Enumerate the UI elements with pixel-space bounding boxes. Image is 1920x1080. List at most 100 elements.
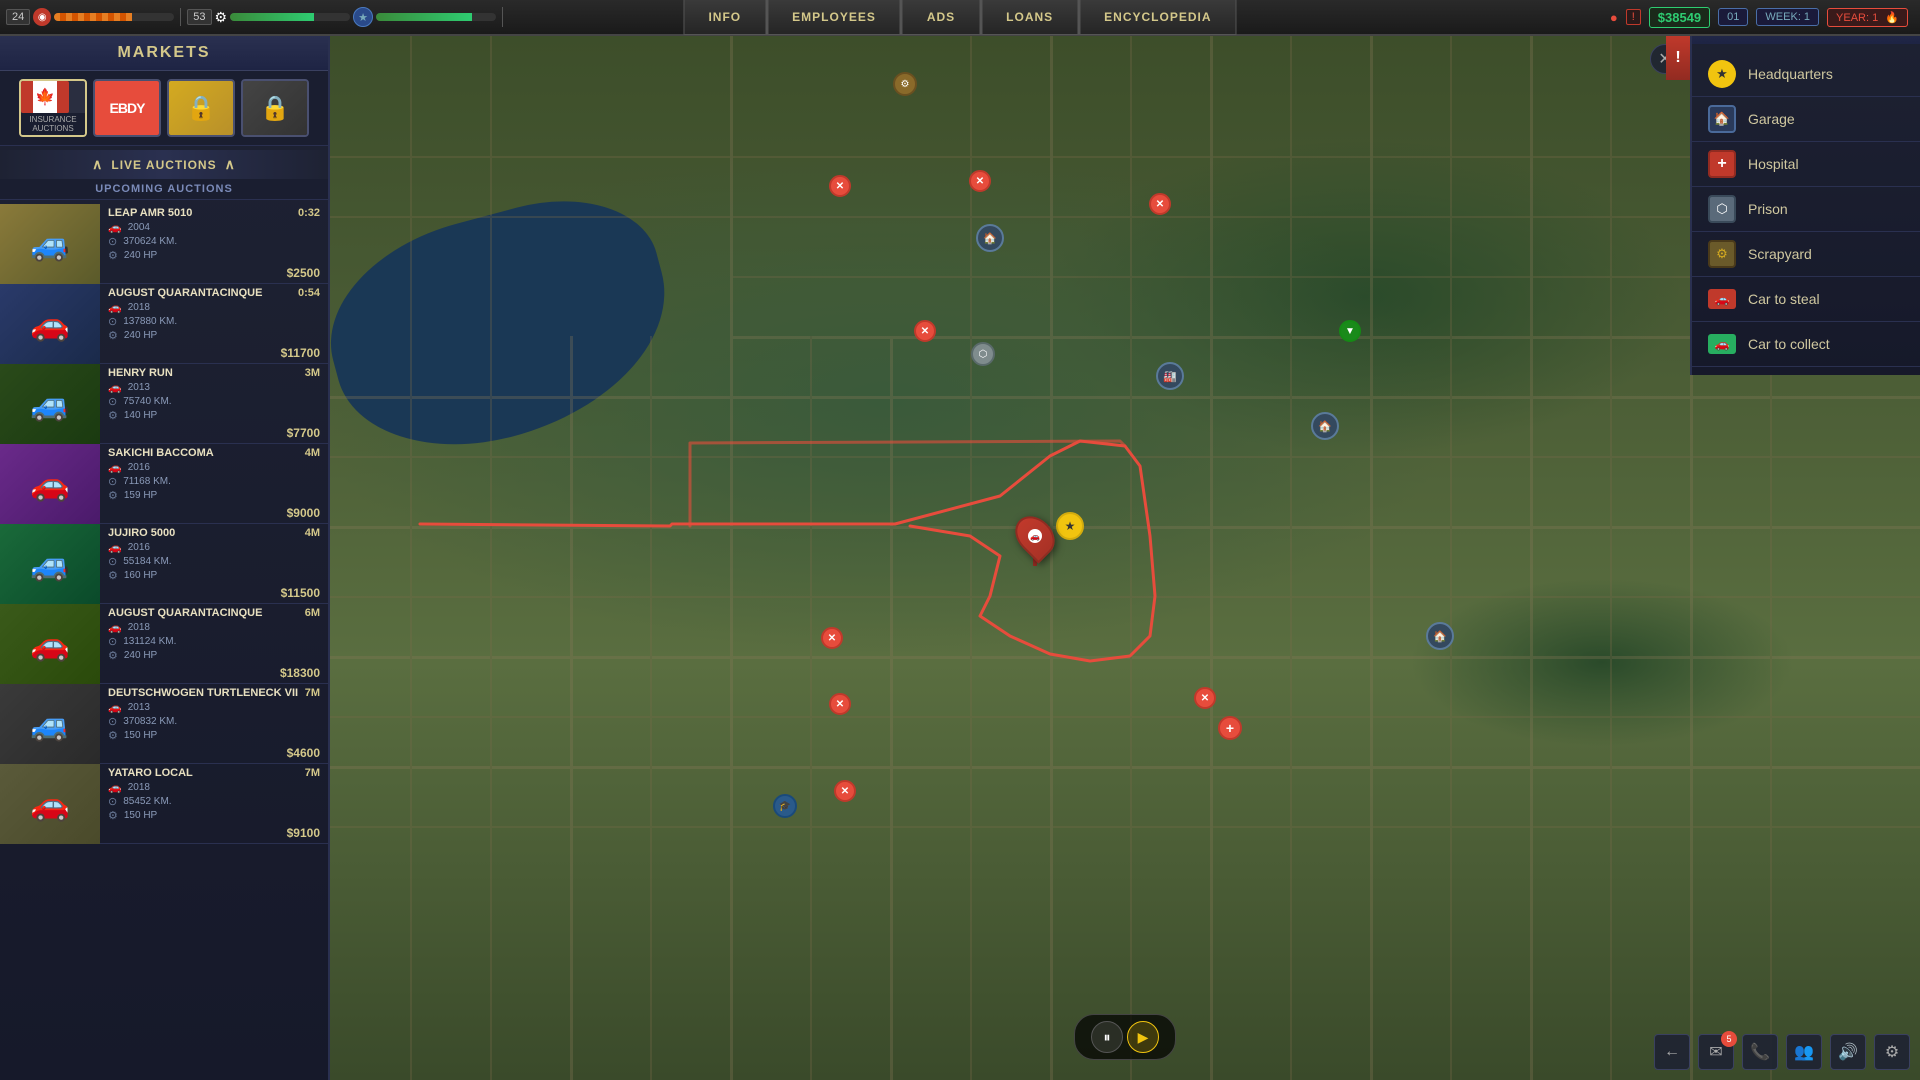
marker-x-7[interactable]: ✕ xyxy=(834,780,856,802)
auction-km-row-1: ⊙ 137880 KM. xyxy=(108,315,320,328)
marker-x-3[interactable]: ✕ xyxy=(1149,193,1171,215)
auction-item-2[interactable]: 🚙 HENRY RUN 3M 🚗 2013 ⊙ 75740 KM. xyxy=(0,364,328,444)
marker-x-2[interactable]: ✕ xyxy=(969,170,991,192)
play-button[interactable]: ▶ xyxy=(1127,1021,1159,1053)
marker-headquarters[interactable]: ★ xyxy=(1056,512,1084,540)
auction-price-row-1: $11700 xyxy=(108,346,320,360)
mail-button[interactable]: ✉ 5 xyxy=(1698,1034,1734,1070)
auction-name-1: AUGUST QUARANTACINQUE xyxy=(108,287,262,299)
red-icon-1: ◉ xyxy=(33,8,51,26)
market-icon-insurance[interactable]: 🍁 INSURANCEAUCTIONS xyxy=(19,79,87,137)
legend-hospital-icon: + xyxy=(1708,150,1736,178)
auction-hp-1: 240 HP xyxy=(124,330,157,341)
volume-button[interactable]: 🔊 xyxy=(1830,1034,1866,1070)
auction-timer-3: 4M xyxy=(305,447,320,459)
auction-year-7: 2018 xyxy=(128,782,150,793)
nav-loans[interactable]: LOANS xyxy=(981,0,1077,35)
nav-employees[interactable]: EMPLOYEES xyxy=(767,0,900,35)
main-car-pin[interactable]: 🚗 xyxy=(1018,514,1052,566)
auction-item-6[interactable]: 🚙 DEUTSCHWOGEN TURTLENECK VII 7M 🚗 2013 … xyxy=(0,684,328,764)
market-icon-ebay[interactable]: EBDY xyxy=(93,79,161,137)
upcoming-auctions-header: UPCOMING AUCTIONS xyxy=(0,179,328,200)
auction-item-3[interactable]: 🚗 SAKICHI BACCOMA 4M 🚗 2016 ⊙ 71168 KM. xyxy=(0,444,328,524)
legend-item-scrapyard[interactable]: ⚙ Scrapyard xyxy=(1692,232,1920,277)
market-icon-market[interactable]: 🔒 MARKET xyxy=(167,79,235,137)
auction-info-2: HENRY RUN 3M 🚗 2013 ⊙ 75740 KM. ⚙ 140 HP xyxy=(100,361,328,446)
odometer-icon-0: ⊙ xyxy=(108,235,117,248)
auction-name-7: YATARO LOCAL xyxy=(108,767,193,779)
legend-item-hospital[interactable]: + Hospital xyxy=(1692,142,1920,187)
odometer-icon-4: ⊙ xyxy=(108,555,117,568)
auction-year-3: 2016 xyxy=(128,462,150,473)
marker-hospital[interactable]: + xyxy=(1218,716,1242,740)
back-button[interactable]: ← xyxy=(1654,1034,1690,1070)
auction-hp-row-1: ⚙ 240 HP xyxy=(108,329,320,342)
marker-school[interactable]: 🎓 xyxy=(773,794,797,818)
exclamation-button[interactable]: ! xyxy=(1666,36,1690,80)
auction-name-row-7: YATARO LOCAL 7M xyxy=(108,767,320,779)
people-button[interactable]: 👥 xyxy=(1786,1034,1822,1070)
pause-button[interactable]: ⏸ xyxy=(1091,1021,1123,1053)
auction-name-row-0: LEAP AMR 5010 0:32 xyxy=(108,207,320,219)
auction-name-row-1: AUGUST QUARANTACINQUE 0:54 xyxy=(108,287,320,299)
auction-info-4: JUJIRO 5000 4M 🚗 2016 ⊙ 55184 KM. ⚙ 160 … xyxy=(100,521,328,606)
marker-x-1[interactable]: ✕ xyxy=(829,175,851,197)
ebay-icon: EBDY xyxy=(95,81,159,135)
market-icon-locked[interactable]: 🔒 xyxy=(241,79,309,137)
legend-garage-icon: 🏠 xyxy=(1708,105,1736,133)
market-icons-row: 🍁 INSURANCEAUCTIONS EBDY 🔒 MARKET 🔒 xyxy=(0,71,328,146)
nav-ads[interactable]: ADS xyxy=(902,0,979,35)
auction-price-row-7: $9100 xyxy=(108,826,320,840)
settings-button[interactable]: ⚙ xyxy=(1874,1034,1910,1070)
auction-item-1[interactable]: 🚗 AUGUST QUARANTACINQUE 0:54 🚗 2018 ⊙ 13… xyxy=(0,284,328,364)
top-segment-2: 53 ⚙ ★ xyxy=(181,7,503,27)
legend-item-carsteal[interactable]: 🚗 Car to steal xyxy=(1692,277,1920,322)
collapse-arrow-right[interactable]: ∧ xyxy=(225,156,236,173)
marker-building-2[interactable]: 🏭 xyxy=(1156,362,1184,390)
marker-x-8[interactable]: ✕ xyxy=(1194,687,1216,709)
legend-carsteal-label: Car to steal xyxy=(1748,291,1820,307)
progress-bar-2 xyxy=(230,13,350,21)
legend-item-prison[interactable]: ⬡ Prison xyxy=(1692,187,1920,232)
auction-hp-7: 150 HP xyxy=(124,810,157,821)
engine-icon-3: ⚙ xyxy=(108,489,118,502)
marker-building-1[interactable]: 🏠 xyxy=(976,224,1004,252)
marker-x-5[interactable]: ✕ xyxy=(821,627,843,649)
auction-name-row-5: AUGUST QUARANTACINQUE 6M xyxy=(108,607,320,619)
nav-encyclopedia[interactable]: ENCYCLOPEDIA xyxy=(1079,0,1236,35)
auction-km-row-3: ⊙ 71168 KM. xyxy=(108,475,320,488)
auction-hp-row-5: ⚙ 240 HP xyxy=(108,649,320,662)
legend-item-garage[interactable]: 🏠 Garage xyxy=(1692,97,1920,142)
auction-timer-7: 7M xyxy=(305,767,320,779)
auction-price-6: $4600 xyxy=(287,746,320,760)
auction-km-6: 370832 KM. xyxy=(123,716,177,727)
odometer-icon-2: ⊙ xyxy=(108,395,117,408)
marker-x-6[interactable]: ✕ xyxy=(829,693,851,715)
collapse-arrow-left[interactable]: ∧ xyxy=(92,156,103,173)
legend-carcollect-label: Car to collect xyxy=(1748,336,1830,352)
warning-badge: ! xyxy=(1626,9,1641,25)
marker-scrapyard[interactable]: ⚙ xyxy=(893,72,917,96)
auction-item-5[interactable]: 🚗 AUGUST QUARANTACINQUE 6M 🚗 2018 ⊙ 1311… xyxy=(0,604,328,684)
marker-x-4[interactable]: ✕ xyxy=(914,320,936,342)
auction-item-0[interactable]: 🚙 LEAP AMR 5010 0:32 🚗 2004 ⊙ 370624 KM. xyxy=(0,204,328,284)
marker-building-3[interactable]: 🏠 xyxy=(1311,412,1339,440)
marker-building-4[interactable]: 🏠 xyxy=(1426,622,1454,650)
map-area[interactable]: ★ ✕ ✕ ✕ ✕ ✕ ✕ ✕ ✕ ✕ ▼ ⬡ + 🏠 🏭 🏠 🏠 🎓 ⚙ 🚗 … xyxy=(330,36,1920,1080)
star-icon: ★ xyxy=(353,7,373,27)
auction-hp-3: 159 HP xyxy=(124,490,157,501)
marker-prison[interactable]: ⬡ xyxy=(971,342,995,366)
legend-prison-label: Prison xyxy=(1748,201,1788,217)
car-steal-visual: 🚗 xyxy=(1708,289,1736,309)
marker-car-collect-1[interactable]: ▼ xyxy=(1339,320,1361,342)
nav-info[interactable]: INFO xyxy=(683,0,765,35)
legend-scrapyard-label: Scrapyard xyxy=(1748,246,1812,262)
auction-item-7[interactable]: 🚗 YATARO LOCAL 7M 🚗 2018 ⊙ 85452 KM. xyxy=(0,764,328,844)
legend-item-headquarters[interactable]: ★ Headquarters xyxy=(1692,52,1920,97)
auction-item-4[interactable]: 🚙 JUJIRO 5000 4M 🚗 2016 ⊙ 55184 KM. xyxy=(0,524,328,604)
legend-item-carcollect[interactable]: 🚗 Car to collect xyxy=(1692,322,1920,367)
odometer-icon-6: ⊙ xyxy=(108,715,117,728)
auction-name-row-6: DEUTSCHWOGEN TURTLENECK VII 7M xyxy=(108,687,320,699)
phone-button[interactable]: 📞 xyxy=(1742,1034,1778,1070)
left-panel: MARKETS 🍁 INSURANCEAUCTIONS EBDY 🔒 MARKE… xyxy=(0,36,330,1080)
